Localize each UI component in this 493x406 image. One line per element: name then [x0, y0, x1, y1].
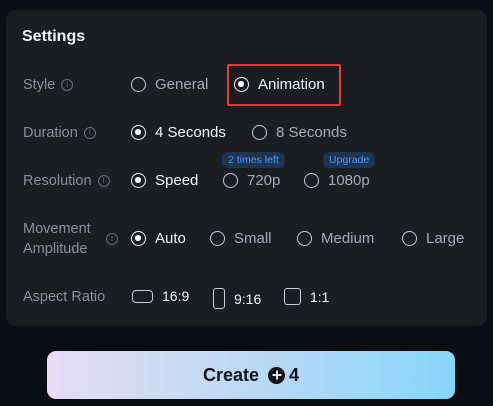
- radio-selected-icon: [131, 173, 146, 188]
- resolution-option-1080p-label: 1080p: [328, 172, 370, 189]
- movement-option-medium[interactable]: Medium: [297, 230, 374, 247]
- settings-title: Settings: [22, 28, 86, 45]
- radio-icon: [297, 231, 312, 246]
- aspect-option-16-9[interactable]: 16:9: [132, 288, 189, 304]
- aspect-ratio-label: Aspect Ratio: [23, 289, 105, 305]
- info-icon[interactable]: i: [97, 175, 110, 187]
- resolution-option-720p-label: 720p: [247, 172, 281, 189]
- duration-option-4s[interactable]: 4 Seconds: [131, 124, 226, 141]
- radio-selected-icon: [234, 77, 249, 92]
- style-option-general[interactable]: General: [131, 76, 208, 93]
- radio-icon: [223, 173, 238, 188]
- style-option-general-label: General: [155, 76, 209, 93]
- duration-option-4s-label: 4 Seconds: [155, 124, 226, 141]
- resolution-option-speed[interactable]: Speed: [131, 172, 198, 189]
- style-label: Style i: [23, 77, 74, 93]
- radio-icon: [252, 125, 267, 140]
- radio-icon: [304, 173, 319, 188]
- duration-label-text: Duration: [23, 125, 78, 141]
- square-ratio-icon: [284, 288, 301, 305]
- movement-option-auto-label: Auto: [155, 230, 186, 247]
- movement-option-auto[interactable]: Auto: [131, 230, 186, 247]
- radio-icon: [210, 231, 225, 246]
- style-option-animation[interactable]: Animation: [234, 76, 325, 93]
- plus-coin-icon: [268, 366, 285, 384]
- portrait-ratio-icon: [213, 288, 225, 309]
- resolution-label-text: Resolution: [23, 173, 92, 189]
- settings-panel: Settings Style i General Animation Durat…: [6, 10, 487, 326]
- info-icon[interactable]: i: [106, 233, 118, 245]
- aspect-option-1-1-label: 1:1: [310, 288, 330, 305]
- duration-label: Duration i: [23, 125, 96, 141]
- create-button[interactable]: Create 4: [47, 351, 455, 399]
- resolution-option-1080p[interactable]: 1080p: [304, 172, 370, 189]
- movement-option-large-label: Large: [426, 230, 465, 247]
- style-label-text: Style: [23, 77, 56, 93]
- duration-option-8s-label: 8 Seconds: [276, 124, 347, 141]
- duration-option-8s[interactable]: 8 Seconds: [252, 124, 347, 141]
- movement-option-medium-label: Medium: [321, 230, 375, 247]
- movement-amplitude-label: Movement Amplitude: [23, 221, 91, 257]
- style-option-animation-label: Animation: [258, 76, 325, 93]
- movement-option-large[interactable]: Large: [402, 230, 464, 247]
- aspect-option-9-16-label: 9:16: [234, 290, 262, 307]
- aspect-option-1-1[interactable]: 1:1: [284, 288, 329, 305]
- movement-option-small-label: Small: [234, 230, 272, 247]
- radio-selected-icon: [131, 125, 146, 140]
- resolution-option-speed-label: Speed: [155, 172, 199, 189]
- create-cost: 4: [289, 364, 300, 385]
- resolution-option-720p[interactable]: 720p: [223, 172, 280, 189]
- landscape-ratio-icon: [132, 289, 153, 303]
- radio-icon: [131, 77, 146, 92]
- aspect-option-16-9-label: 16:9: [162, 288, 190, 304]
- radio-icon: [402, 231, 417, 246]
- create-button-label: Create: [202, 364, 259, 385]
- badge-1080p-upgrade[interactable]: Upgrade: [323, 152, 376, 168]
- resolution-label: Resolution i: [23, 173, 110, 189]
- info-icon[interactable]: i: [61, 79, 74, 91]
- info-icon[interactable]: i: [83, 127, 96, 139]
- movement-option-small[interactable]: Small: [210, 230, 272, 247]
- aspect-option-9-16[interactable]: 9:16: [213, 288, 261, 309]
- radio-selected-icon: [131, 231, 146, 246]
- badge-720p-times-left: 2 times left: [222, 152, 285, 168]
- aspect-ratio-label-text: Aspect Ratio: [23, 289, 106, 305]
